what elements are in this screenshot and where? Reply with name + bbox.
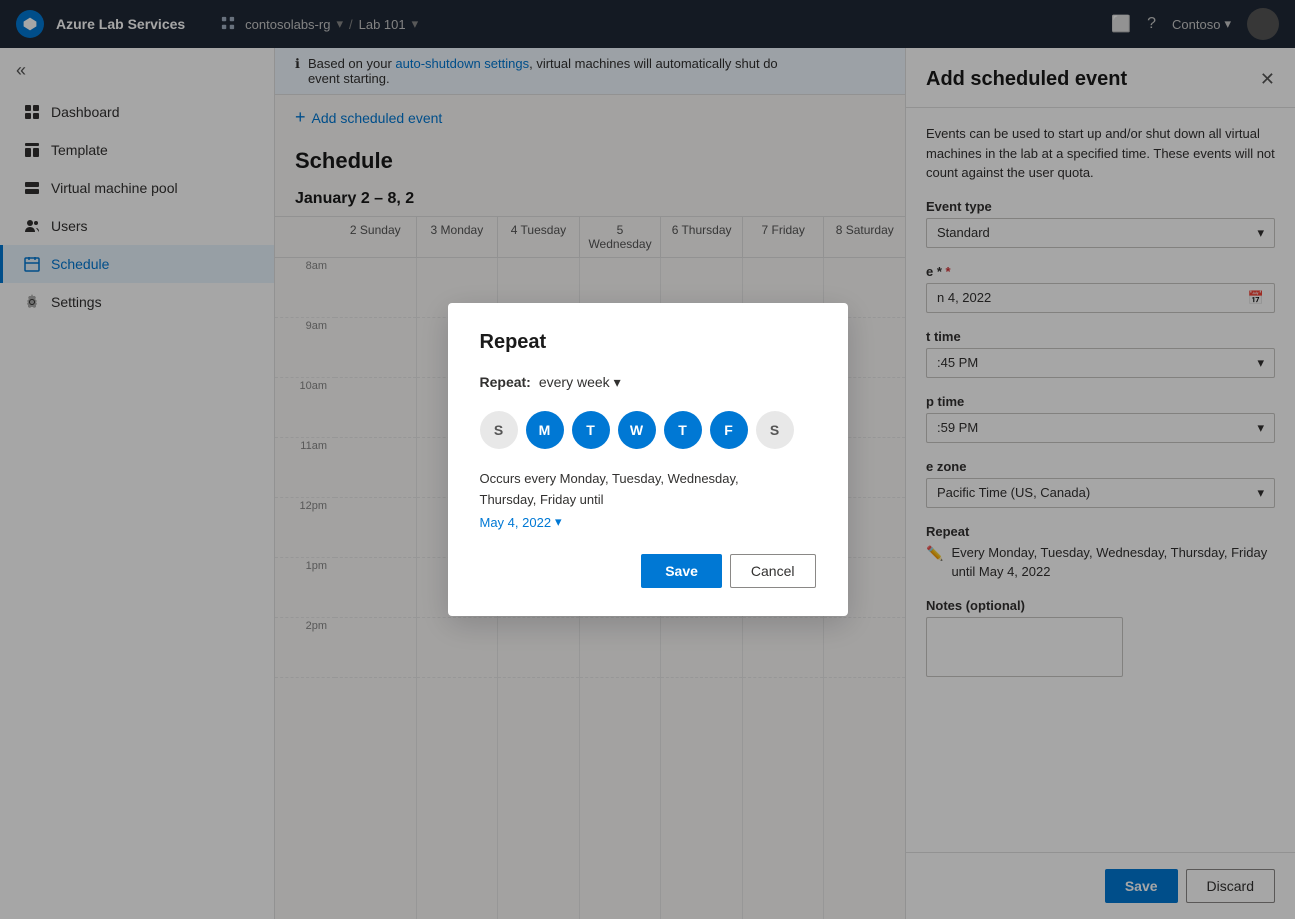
occurs-text: Occurs every Monday, Tuesday, Wednesday,…	[480, 469, 816, 511]
modal-save-button[interactable]: Save	[641, 554, 722, 588]
modal-buttons: Save Cancel	[480, 554, 816, 588]
day-sunday[interactable]: S	[480, 411, 518, 449]
day-saturday[interactable]: S	[756, 411, 794, 449]
day-thursday[interactable]: T	[664, 411, 702, 449]
day-monday[interactable]: M	[526, 411, 564, 449]
modal-repeat-row: Repeat: every week ▾	[480, 374, 816, 391]
repeat-modal: Repeat Repeat: every week ▾ S M T W T F …	[448, 303, 848, 617]
until-date-link[interactable]: May 4, 2022 ▾	[480, 514, 816, 530]
day-tuesday[interactable]: T	[572, 411, 610, 449]
day-friday[interactable]: F	[710, 411, 748, 449]
chevron-down-icon: ▾	[614, 374, 621, 391]
day-wednesday[interactable]: W	[618, 411, 656, 449]
modal-cancel-button[interactable]: Cancel	[730, 554, 816, 588]
modal-repeat-dropdown[interactable]: every week ▾	[539, 374, 621, 391]
days-row: S M T W T F S	[480, 411, 816, 449]
modal-title: Repeat	[480, 331, 816, 354]
modal-repeat-label: Repeat:	[480, 374, 531, 390]
chevron-down-icon: ▾	[555, 514, 562, 530]
modal-overlay: Repeat Repeat: every week ▾ S M T W T F …	[0, 0, 1295, 919]
